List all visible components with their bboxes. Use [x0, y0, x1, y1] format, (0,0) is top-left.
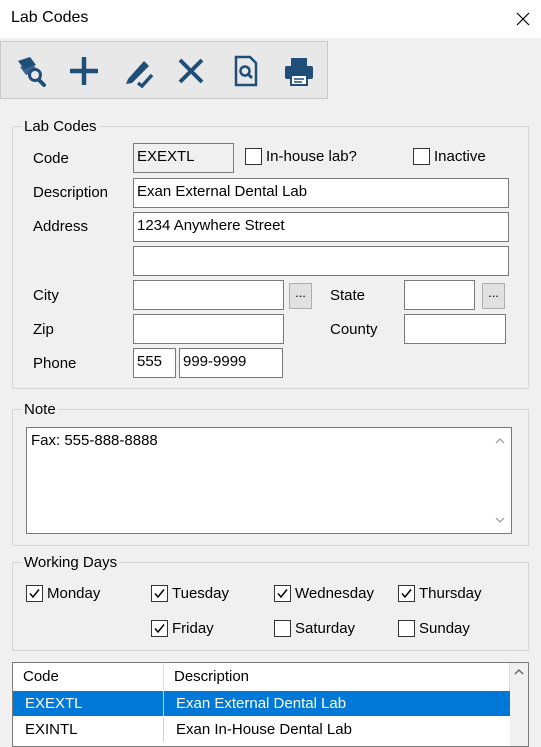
state-field[interactable] [404, 280, 475, 310]
phone-number-field[interactable]: 999-9999 [179, 348, 283, 378]
saturday-label: Saturday [295, 620, 356, 637]
inactive-box[interactable] [413, 148, 430, 165]
monday-box[interactable] [26, 585, 43, 602]
monday-checkbox[interactable]: Monday [26, 585, 100, 602]
title-bar: Lab Codes [0, 0, 541, 38]
column-header-description[interactable]: Description [164, 663, 510, 691]
search-records-icon[interactable] [13, 53, 49, 89]
lab-codes-legend: Lab Codes [24, 118, 97, 135]
working-days-legend: Working Days [24, 554, 118, 571]
table-row[interactable]: EXEXTL Exan External Dental Lab [13, 691, 528, 716]
row-code: EXINTL [13, 717, 164, 742]
sunday-box[interactable] [398, 620, 415, 637]
monday-label: Monday [47, 585, 101, 602]
saturday-box[interactable] [274, 620, 291, 637]
inhouse-lab-label: In-house lab? [266, 148, 357, 165]
edit-icon[interactable] [120, 53, 156, 89]
sunday-checkbox[interactable]: Sunday [398, 620, 470, 637]
address-line1-field[interactable]: 1234 Anywhere Street [133, 212, 509, 242]
description-label: Description [33, 184, 109, 201]
add-icon[interactable] [66, 53, 102, 89]
note-text: Fax: 555-888-8888 [31, 432, 158, 449]
state-lookup-button[interactable]: ... [482, 283, 505, 309]
inhouse-lab-checkbox[interactable]: In-house lab? [245, 148, 357, 165]
code-field[interactable]: EXEXTL [133, 143, 234, 173]
wednesday-checkbox[interactable]: Wednesday [274, 585, 374, 602]
row-code: EXEXTL [13, 691, 164, 716]
tuesday-checkbox[interactable]: Tuesday [151, 585, 229, 602]
wednesday-box[interactable] [274, 585, 291, 602]
wednesday-label: Wednesday [295, 585, 374, 602]
phone-area-field[interactable]: 555 [133, 348, 176, 378]
column-header-code[interactable]: Code [13, 663, 164, 691]
table-row[interactable]: EXINTL Exan In-House Dental Lab [13, 717, 528, 742]
thursday-box[interactable] [398, 585, 415, 602]
phone-label: Phone [33, 355, 77, 372]
county-field[interactable] [404, 314, 506, 344]
note-scrollbar[interactable] [490, 429, 510, 532]
thursday-label: Thursday [419, 585, 482, 602]
preview-icon[interactable] [227, 53, 263, 89]
zip-label: Zip [33, 321, 54, 338]
delete-icon[interactable] [173, 53, 209, 89]
code-label: Code [33, 150, 69, 167]
city-label: City [33, 287, 59, 304]
lab-codes-grid: Code Description EXEXTL Exan External De… [12, 662, 529, 747]
zip-field[interactable] [133, 314, 284, 344]
inhouse-lab-box[interactable] [245, 148, 262, 165]
county-label: County [330, 321, 378, 338]
tuesday-box[interactable] [151, 585, 168, 602]
city-field[interactable] [133, 280, 284, 310]
friday-box[interactable] [151, 620, 168, 637]
sunday-label: Sunday [419, 620, 470, 637]
thursday-checkbox[interactable]: Thursday [398, 585, 482, 602]
grid-scrollbar[interactable] [510, 663, 528, 746]
friday-checkbox[interactable]: Friday [151, 620, 214, 637]
inactive-checkbox[interactable]: Inactive [413, 148, 486, 165]
city-lookup-button[interactable]: ... [289, 283, 312, 309]
note-textarea[interactable]: Fax: 555-888-8888 [26, 427, 512, 534]
description-field[interactable]: Exan External Dental Lab [133, 178, 509, 208]
window-title: Lab Codes [11, 9, 89, 26]
inactive-label: Inactive [434, 148, 486, 165]
toolbar [0, 41, 328, 99]
close-icon[interactable] [508, 4, 538, 34]
friday-label: Friday [172, 620, 214, 637]
tuesday-label: Tuesday [172, 585, 229, 602]
address-label: Address [33, 218, 89, 235]
address-line2-field[interactable] [133, 246, 509, 276]
note-legend: Note [24, 401, 56, 418]
grid-header: Code Description [13, 663, 528, 692]
print-icon[interactable] [281, 53, 317, 89]
state-label: State [330, 287, 366, 304]
row-description: Exan External Dental Lab [176, 695, 347, 712]
row-description: Exan In-House Dental Lab [176, 721, 352, 738]
saturday-checkbox[interactable]: Saturday [274, 620, 355, 637]
